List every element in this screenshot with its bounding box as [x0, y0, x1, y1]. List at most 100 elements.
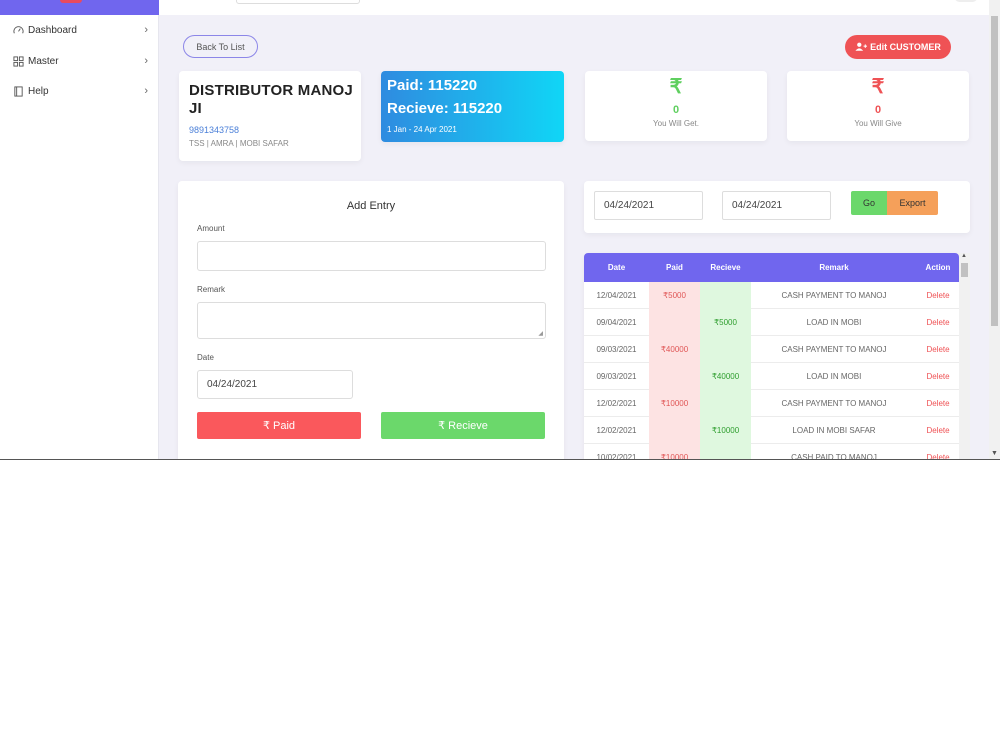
cell-paid	[649, 309, 700, 336]
cell-remark: CASH PAYMENT TO MANOJ	[781, 345, 887, 354]
cell-date: 09/03/2021	[596, 372, 637, 381]
delete-link[interactable]: Delete	[917, 417, 959, 444]
remark-textarea[interactable]: ◢	[197, 302, 546, 339]
cell-remark: CASH PAID TO MANOJ	[791, 453, 877, 460]
customer-tags: TSS | AMRA | MOBI SAFAR	[189, 139, 289, 148]
cell-date: 10/02/2021	[596, 453, 637, 460]
customer-phone[interactable]: 9891343758	[189, 125, 239, 135]
table-row: 09/03/2021 ₹40000 LOAD IN MOBI Delete	[584, 363, 959, 390]
logo	[60, 0, 82, 3]
summary-card: Paid: 115220 Recieve: 115220 1 Jan - 24 …	[381, 71, 564, 142]
cell-remark: CASH PAYMENT TO MANOJ	[781, 399, 887, 408]
cell-paid: ₹10000	[649, 444, 700, 460]
paid-button[interactable]: ₹ Paid	[197, 412, 361, 439]
customer-card: DISTRIBUTOR MANOJ JI 9891343758 TSS | AM…	[179, 71, 361, 161]
avatar[interactable]	[954, 0, 978, 2]
table-row: 09/04/2021 ₹5000 LOAD IN MOBI Delete	[584, 309, 959, 336]
sidebar-item-label: Dashboard	[28, 24, 77, 36]
viewport-edge	[0, 459, 1000, 460]
remark-label: Remark	[197, 285, 226, 294]
cell-recieve: ₹40000	[700, 363, 751, 390]
scroll-up-icon[interactable]: ▲	[961, 253, 967, 259]
cell-remark: LOAD IN MOBI	[806, 318, 862, 327]
cell-recieve: ₹10000	[700, 417, 751, 444]
browser-viewport: Dashboard › Master › Help › Back To List…	[0, 0, 1000, 460]
cell-recieve	[700, 282, 751, 309]
delete-link[interactable]: Delete	[917, 282, 959, 309]
cell-recieve	[700, 336, 751, 363]
export-button[interactable]: Export	[887, 191, 938, 215]
delete-link[interactable]: Delete	[917, 336, 959, 363]
sidebar-item-label: Help	[28, 85, 49, 97]
page-scroll-thumb[interactable]	[991, 16, 998, 326]
cell-date: 12/04/2021	[596, 291, 637, 300]
resize-grip-icon[interactable]: ◢	[538, 330, 543, 337]
from-date-input[interactable]: 04/24/2021	[594, 191, 703, 220]
sidebar-item-dashboard[interactable]: Dashboard ›	[0, 17, 159, 43]
will-give-card: ₹ 0 You Will Give	[787, 71, 969, 141]
recieve-total: Recieve: 115220	[387, 100, 503, 117]
delete-link[interactable]: Delete	[917, 444, 959, 460]
cell-date: 09/04/2021	[596, 318, 637, 327]
sidebar-item-label: Master	[28, 55, 59, 67]
table-scroll-thumb[interactable]	[961, 263, 968, 277]
header-date: Date	[607, 263, 626, 272]
delete-link[interactable]: Delete	[917, 363, 959, 390]
header-action: Action	[925, 263, 951, 272]
cell-paid: ₹5000	[649, 282, 700, 309]
to-date-input[interactable]: 04/24/2021	[722, 191, 831, 220]
table-header: Date Paid Recieve Remark Action	[584, 253, 959, 282]
cell-date: 12/02/2021	[596, 426, 637, 435]
chevron-right-icon: ›	[144, 55, 148, 67]
delete-link[interactable]: Delete	[917, 309, 959, 336]
cell-recieve: ₹5000	[700, 309, 751, 336]
table-row: 12/02/2021 ₹10000 LOAD IN MOBI SAFAR Del…	[584, 417, 959, 444]
header-paid: Paid	[666, 263, 683, 272]
back-to-list-button[interactable]: Back To List	[183, 35, 258, 58]
table-scrollbar[interactable]: ▲	[959, 253, 970, 460]
will-get-card: ₹ 0 You Will Get.	[585, 71, 767, 141]
chevron-right-icon: ›	[144, 85, 148, 97]
table-body: 12/04/2021 ₹5000 CASH PAYMENT TO MANOJ D…	[584, 282, 959, 460]
date-input[interactable]: 04/24/2021	[197, 370, 353, 399]
filter-card: 04/24/2021 04/24/2021 Go Export	[584, 181, 970, 233]
scroll-down-icon[interactable]: ▼	[991, 450, 998, 457]
gauge-icon	[13, 25, 24, 36]
edit-customer-label: Edit CUSTOMER	[870, 42, 941, 52]
paid-total: Paid: 115220	[387, 77, 478, 94]
search-input[interactable]	[236, 0, 360, 4]
grid-icon	[13, 55, 24, 67]
cell-paid	[649, 363, 700, 390]
chevron-right-icon: ›	[144, 24, 148, 36]
go-button[interactable]: Go	[851, 191, 887, 215]
sidebar-item-help[interactable]: Help ›	[0, 78, 159, 104]
edit-customer-button[interactable]: Edit CUSTOMER	[845, 35, 951, 59]
sidebar-brand	[0, 0, 159, 15]
sidebar: Dashboard › Master › Help ›	[0, 0, 159, 460]
amount-label: Amount	[197, 224, 225, 233]
cell-paid	[649, 417, 700, 444]
book-icon	[13, 85, 24, 97]
will-give-value: 0	[874, 104, 882, 116]
cell-remark: LOAD IN MOBI	[806, 372, 862, 381]
add-entry-card: Add Entry Amount Remark ◢ Date 04/24/202…	[178, 181, 564, 460]
amount-input[interactable]	[197, 241, 546, 271]
recieve-button[interactable]: ₹ Recieve	[381, 412, 545, 439]
cell-paid: ₹10000	[649, 390, 700, 417]
table-row: 12/04/2021 ₹5000 CASH PAYMENT TO MANOJ D…	[584, 282, 959, 309]
page-scrollbar[interactable]: ▼	[989, 0, 1000, 460]
will-give-label: You Will Give	[854, 119, 902, 128]
rupee-icon: ₹	[871, 76, 885, 98]
table-row: 12/02/2021 ₹10000 CASH PAYMENT TO MANOJ …	[584, 390, 959, 417]
will-get-value: 0	[672, 104, 680, 116]
header-remark: Remark	[819, 263, 849, 272]
date-label: Date	[197, 353, 214, 362]
cell-paid: ₹40000	[649, 336, 700, 363]
rupee-icon: ₹	[669, 76, 683, 98]
table-row: 09/03/2021 ₹40000 CASH PAYMENT TO MANOJ …	[584, 336, 959, 363]
delete-link[interactable]: Delete	[917, 390, 959, 417]
transactions-table: Date Paid Recieve Remark Action 12/04/20…	[584, 253, 959, 460]
cell-date: 12/02/2021	[596, 399, 637, 408]
sidebar-item-master[interactable]: Master ›	[0, 48, 159, 74]
user-plus-icon	[855, 42, 868, 53]
